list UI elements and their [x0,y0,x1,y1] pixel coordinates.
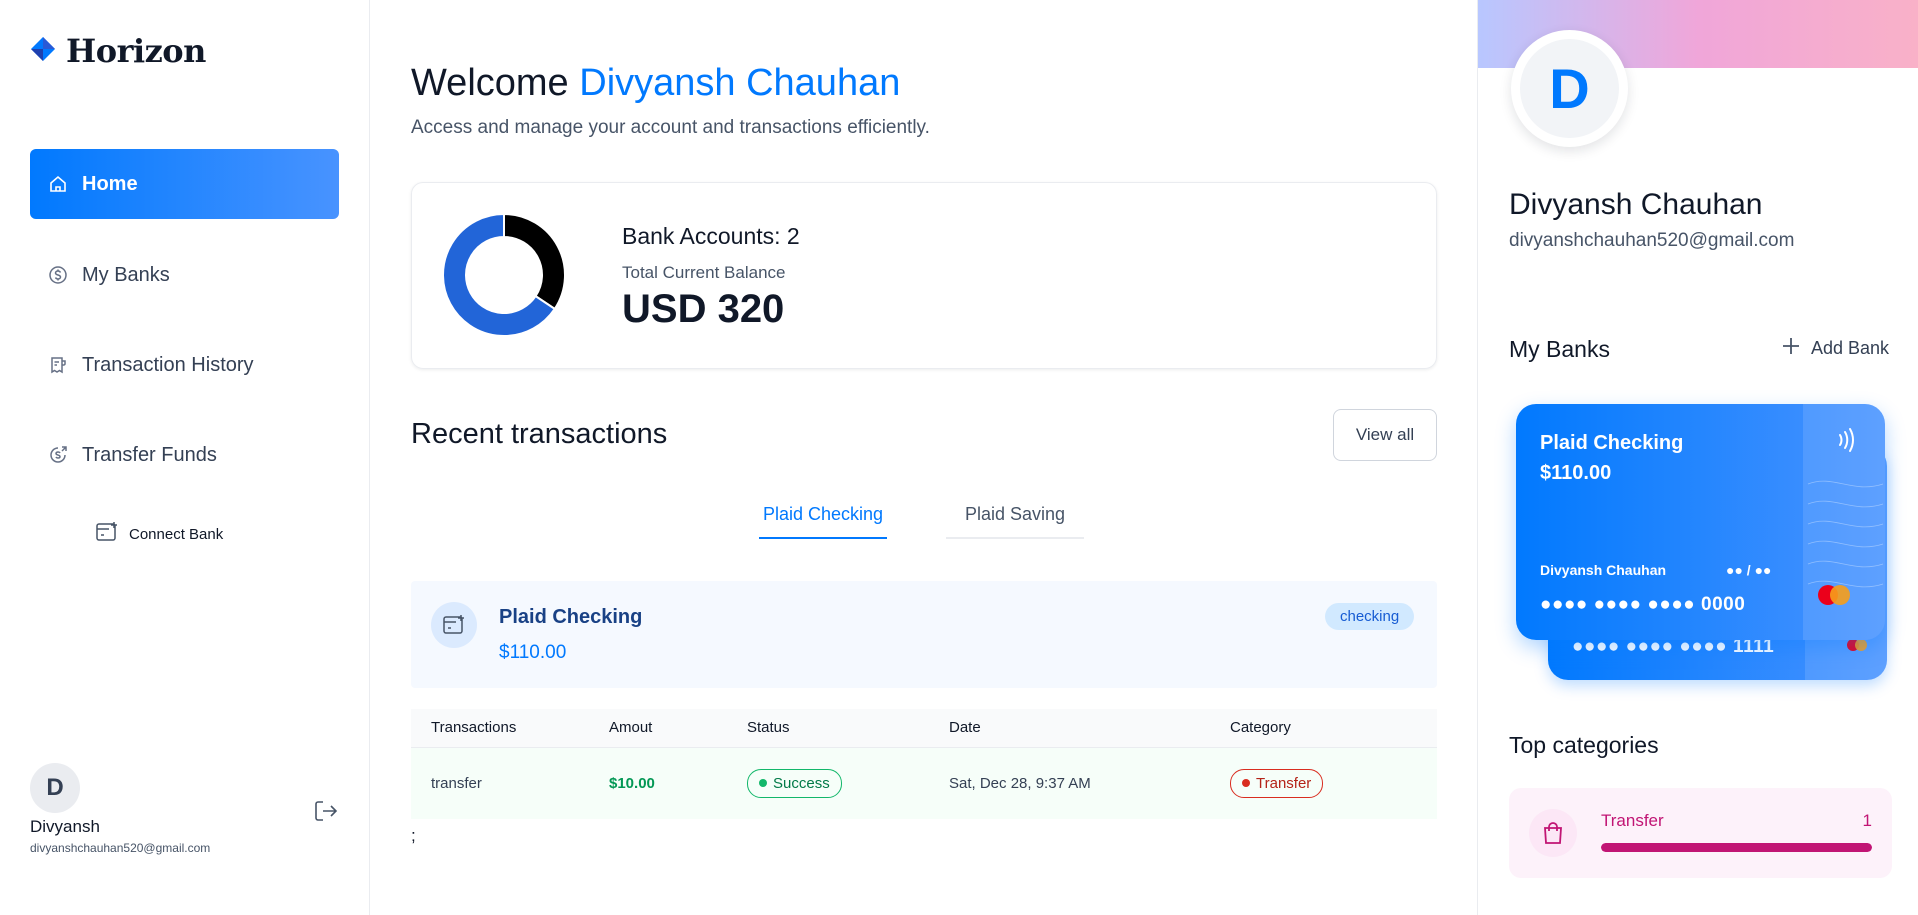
column-header: Date [949,709,1230,748]
total-balance-label: Total Current Balance [622,263,786,282]
sidebar-item-my-banks[interactable]: My Banks [30,240,339,310]
table-row[interactable]: transfer $10.00 Success Sat, Dec 28, 9:3… [411,747,1437,819]
column-header: Status [747,709,949,748]
total-balance-value: USD 320 [622,287,785,331]
logout-icon [313,801,339,827]
category-badge: Transfer [1230,768,1324,798]
balance-donut-chart [442,213,566,337]
card-bank-name: Plaid Checking [1540,432,1684,454]
recent-transactions-title: Recent transactions [411,418,668,450]
sidebar-item-label: Transaction History [82,353,254,376]
connect-bank-label: Connect Bank [129,525,224,543]
category-progress-fill [1601,843,1872,852]
sidebar-item-label: Home [82,172,138,195]
dollar-circle-icon [48,265,68,285]
tx-name: transfer [411,747,609,819]
profile-avatar: D [1511,30,1628,147]
bank-card-add-icon [431,602,477,648]
category-dot-icon [1242,779,1250,788]
plus-icon [1781,336,1801,361]
page-subtitle: Access and manage your account and trans… [411,117,930,138]
view-all-button[interactable]: View all [1333,409,1437,461]
brand-name: Horizon [66,32,206,70]
category-label: Transfer [1256,774,1312,792]
sidebar-item-transaction-history[interactable]: Transaction History [30,330,339,400]
category-item: Transfer 1 [1509,788,1892,878]
sidebar-item-label: Transfer Funds [82,443,217,466]
profile-name: Divyansh Chauhan [1509,188,1763,221]
my-banks-title: My Banks [1509,336,1610,362]
tx-amount: $10.00 [609,747,747,819]
donut-slice-plaid-checking [503,213,566,311]
logout-button[interactable] [313,799,339,828]
bank-card-primary[interactable]: Plaid Checking $110.00 Divyansh Chauhan … [1516,404,1885,640]
main-content: Welcome Divyansh Chauhan Access and mana… [371,0,1477,915]
logo[interactable]: Horizon [30,32,206,70]
card-owner-name: Divyansh Chauhan [1540,562,1667,578]
account-balance: $110.00 [499,642,567,663]
add-bank-button[interactable]: Add Bank [1781,336,1889,361]
footer-user-email: divyanshchauhan520@gmail.com [30,841,211,855]
status-badge: Success [747,768,842,798]
tx-status-cell: Success [747,747,949,819]
table-header-row: Transactions Amout Status Date Category [411,709,1437,748]
tx-category-cell: Transfer [1230,747,1437,819]
status-label: Success [773,774,830,792]
horizon-logo-icon [30,36,56,67]
footer-user-name: Divyansh [30,817,100,836]
bank-card-add-icon [95,521,119,547]
home-icon [48,174,68,194]
mastercard-icon [1846,638,1868,657]
welcome-prefix: Welcome [411,62,569,104]
bank-accounts-count: Bank Accounts: 2 [622,223,800,249]
sidebar-item-label: My Banks [82,263,170,286]
page-title: Welcome Divyansh Chauhan [411,62,900,105]
stray-text: ; [411,826,416,845]
category-progress-bar [1601,843,1872,852]
avatar: D [30,763,80,813]
status-dot-icon [759,779,767,788]
footer-user: D Divyansh divyanshchauhan520@gmail.com [30,763,339,855]
right-sidebar: D Divyansh Chauhan divyanshchauhan520@gm… [1477,0,1918,915]
column-header: Transactions [411,709,609,748]
tab-plaid-checking[interactable]: Plaid Checking [759,491,887,539]
account-name: Plaid Checking [499,606,643,628]
selected-account-card: Plaid Checking $110.00 checking [411,581,1437,688]
mastercard-icon [1814,582,1854,613]
category-name: Transfer [1601,811,1664,830]
card-expiry: ●● / ●● [1726,562,1772,578]
tx-date: Sat, Dec 28, 9:37 AM [949,747,1230,819]
sidebar-item-home[interactable]: Home [30,149,339,219]
category-count: 1 [1862,811,1872,830]
card-number: ●●●● ●●●● ●●●● 0000 [1540,594,1746,615]
account-type-badge: checking [1325,603,1415,630]
column-header: Amout [609,709,747,748]
profile-email: divyanshchauhan520@gmail.com [1509,230,1795,251]
receipt-icon [48,355,68,375]
top-categories-title: Top categories [1509,732,1659,758]
add-bank-label: Add Bank [1811,338,1890,358]
sidebar-item-transfer-funds[interactable]: Transfer Funds [30,420,339,490]
welcome-user-name: Divyansh Chauhan [579,62,901,104]
card-balance: $110.00 [1540,462,1612,484]
total-balance-box: Bank Accounts: 2 Total Current Balance U… [411,182,1437,369]
sidebar: Horizon Home My Banks Transaction Histor… [0,0,370,915]
tab-plaid-saving[interactable]: Plaid Saving [946,491,1084,539]
shopping-bag-icon [1529,809,1577,857]
connect-bank-button[interactable]: Connect Bank [95,521,223,547]
money-send-icon [48,445,68,465]
column-header: Category [1230,709,1437,748]
contactless-icon [1834,426,1862,459]
transactions-table: Transactions Amout Status Date Category … [411,709,1437,819]
